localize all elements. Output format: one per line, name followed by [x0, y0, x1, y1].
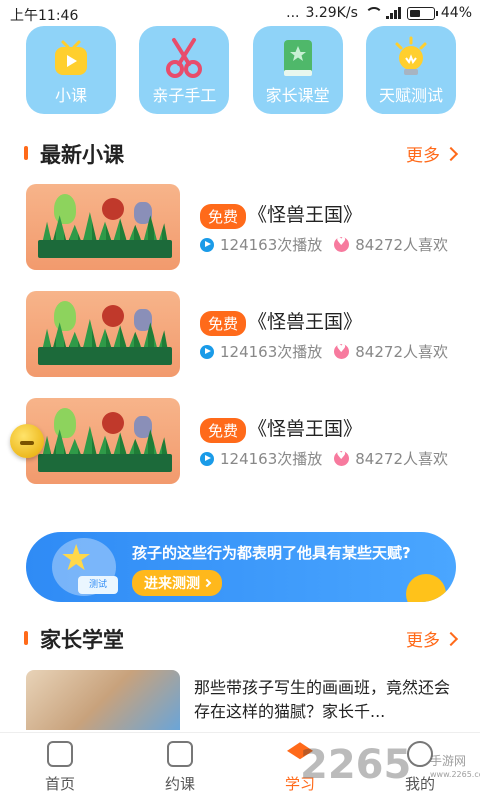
course-meta: 124163次播放 84272人喜欢 [200, 234, 448, 255]
play-count: 124163次播放 [220, 236, 323, 254]
category-tile-parent-craft[interactable]: 亲子手工 [139, 26, 230, 114]
section-marker [24, 146, 28, 160]
watermark-logo: 2265 [300, 742, 412, 788]
play-count: 124163次播放 [220, 343, 323, 361]
article-thumbnail [26, 670, 180, 730]
category-label: 亲子手工 [152, 86, 217, 105]
play-icon [200, 451, 214, 466]
chevron-right-icon [443, 146, 459, 161]
category-tile-parent-class[interactable]: 家长课堂 [252, 26, 343, 114]
course-title: 《怪兽王国》 [248, 204, 363, 226]
section-marker [24, 631, 28, 645]
home-icon [47, 741, 73, 767]
course-meta: 124163次播放 84272人喜欢 [200, 448, 448, 469]
heart-icon [334, 235, 350, 252]
tab-label: 首页 [44, 775, 75, 793]
watermark-sub: 手游网 [430, 754, 467, 768]
test-now-label: 进来测测 [144, 576, 200, 592]
battery-icon [406, 6, 438, 20]
article-card[interactable]: 那些带孩子写生的画画班，竟然还会存在这样的猫腻？家长千... [26, 670, 456, 730]
more-label: 更多 [406, 631, 440, 651]
like-count: 84272人喜欢 [355, 343, 448, 361]
course-meta: 124163次播放 84272人喜欢 [200, 341, 448, 362]
talent-test-banner[interactable]: ★ 测试 孩子的这些行为都表明了他具有某些天赋? 进来测测 [26, 532, 456, 602]
course-thumbnail [26, 398, 180, 484]
lightbulb-icon [395, 36, 427, 75]
course-card[interactable]: 免费 《怪兽王国》 124163次播放 84272人喜欢 [26, 398, 456, 486]
play-icon [200, 237, 214, 252]
like-count: 84272人喜欢 [355, 236, 448, 254]
category-tile-mini-course[interactable]: 小课 [26, 26, 116, 114]
category-label: 家长课堂 [265, 86, 330, 105]
course-thumbnail [26, 184, 180, 270]
tab-booking[interactable]: 约课 [130, 733, 230, 800]
more-label: 更多 [406, 146, 440, 166]
category-label: 小课 [54, 86, 87, 105]
like-count: 84272人喜欢 [355, 450, 448, 468]
section-title: 家长学堂 [40, 628, 124, 652]
test-now-button[interactable]: 进来测测 [132, 570, 222, 596]
free-badge: 免费 [200, 311, 247, 336]
course-title: 《怪兽王国》 [248, 418, 363, 440]
chevron-right-icon [443, 631, 459, 646]
play-count: 124163次播放 [220, 450, 323, 468]
status-bar: 上午11:46 ... 3.29K/s 44% [0, 0, 480, 28]
tv-icon [55, 40, 87, 75]
jar-label: 测试 [78, 576, 118, 594]
course-card[interactable]: 免费 《怪兽王国》 124163次播放 84272人喜欢 [26, 184, 456, 272]
scissors-icon [166, 38, 203, 78]
course-thumbnail [26, 291, 180, 377]
signal-icon [385, 7, 401, 19]
book-icon [167, 741, 193, 767]
status-right: ... 3.29K/s 44% [286, 5, 472, 21]
heart-icon [334, 342, 350, 359]
play-icon [200, 344, 214, 359]
star-icon: ★ [60, 538, 93, 579]
bell-icon[interactable] [10, 424, 44, 458]
chevron-right-icon [202, 578, 212, 588]
status-dots: ... [286, 5, 300, 21]
decorative-circle [406, 574, 446, 602]
tab-home[interactable]: 首页 [10, 733, 110, 800]
course-title: 《怪兽王国》 [248, 311, 363, 333]
wifi-icon [364, 7, 383, 19]
article-title: 那些带孩子写生的画画班，竟然还会存在这样的猫腻？家长千... [194, 678, 451, 721]
category-tiles: 小课 亲子手工 家长课堂 天赋测试 [26, 26, 456, 118]
parent-school-header: 家长学堂 更多 [24, 622, 459, 652]
more-link[interactable]: 更多 [406, 626, 459, 651]
more-link[interactable]: 更多 [406, 141, 459, 166]
category-label: 天赋测试 [378, 86, 443, 105]
network-speed: 3.29K/s [305, 5, 358, 21]
heart-icon [334, 449, 350, 466]
book-icon [283, 40, 312, 76]
battery-percent: 44% [440, 5, 472, 21]
free-badge: 免费 [200, 418, 247, 443]
category-tile-talent-test[interactable]: 天赋测试 [365, 26, 456, 114]
banner-text: 孩子的这些行为都表明了他具有某些天赋? [132, 544, 411, 562]
tab-label: 约课 [164, 775, 195, 793]
free-badge: 免费 [200, 204, 247, 229]
watermark-url: www.2265.com [430, 770, 480, 779]
status-time: 上午11:46 [10, 8, 79, 24]
section-title: 最新小课 [40, 143, 124, 167]
course-card[interactable]: 免费 《怪兽王国》 124163次播放 84272人喜欢 [26, 291, 456, 379]
latest-courses-header: 最新小课 更多 [24, 137, 459, 167]
